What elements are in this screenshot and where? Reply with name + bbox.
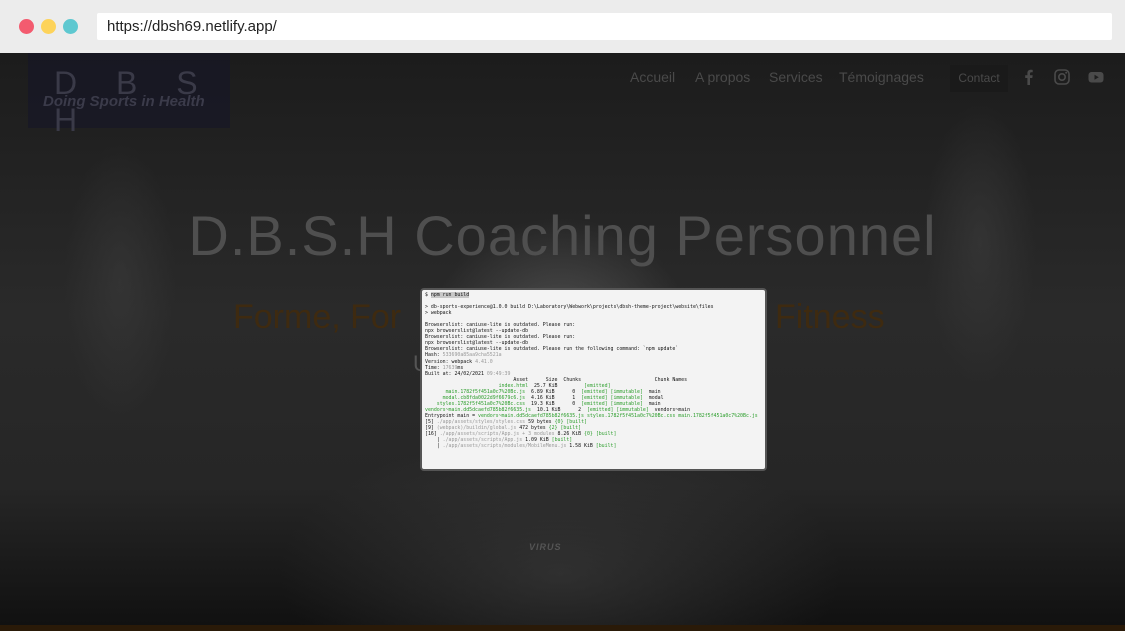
maximize-window-button[interactable] [63,19,78,34]
browser-toolbar: https://dbsh69.netlify.app/ [0,0,1125,53]
module-id: | [425,443,443,450]
module-chunk: {0} [584,431,593,438]
module-status: [built] [592,431,617,438]
terminal-command: npm run build [430,292,470,298]
built-time: 09:49:39 [486,370,511,377]
terminal-line: > db-sports-experience@1.0.0 build D:\La… [425,304,714,311]
logo-tagline: Doing Sports in Health [43,93,205,110]
contact-button[interactable]: Contact [950,65,1008,92]
module-status: [built] [595,443,617,450]
youtube-icon[interactable] [1087,68,1105,86]
minimize-window-button[interactable] [41,19,56,34]
nav-temoignages[interactable]: Témoignages [839,69,924,85]
version-value: 4.41.0 [475,358,493,365]
hero-subtitle-right: Fitness [775,298,885,336]
facebook-icon[interactable] [1020,68,1038,86]
nav-accueil[interactable]: Accueil [630,69,675,85]
module-row: | ./app/assets/scripts/modules/MobileMen… [425,443,762,449]
terminal-window[interactable]: $ npm run build > db-sports-experience@1… [420,288,767,471]
module-size: 1.58 KiB [566,443,596,450]
built-label: Built at: 24/02/2021 [425,370,487,377]
instagram-icon[interactable] [1053,68,1071,86]
nav-a-propos[interactable]: A propos [695,69,750,85]
shirt-brand-text: VIRUS [529,542,562,552]
site-logo[interactable]: D B S H Doing Sports in Health [28,53,230,138]
hero-subtitle-left: Forme, For [233,298,402,336]
hero-title: D.B.S.H Coaching Personnel [188,204,937,267]
nav-services[interactable]: Services [769,69,823,85]
address-bar[interactable]: https://dbsh69.netlify.app/ [97,13,1112,40]
module-path: ./app/assets/scripts/modules/MobileMenu.… [442,443,567,450]
asset-table: index.html 25.7 KiB [emitted] main.1782f… [425,383,762,413]
terminal-prompt: $ [425,292,431,298]
module-list: [5] ./app/assets/styles/styles.css 59 by… [425,419,762,449]
close-window-button[interactable] [19,19,34,34]
page-bottom-strip [0,625,1125,631]
